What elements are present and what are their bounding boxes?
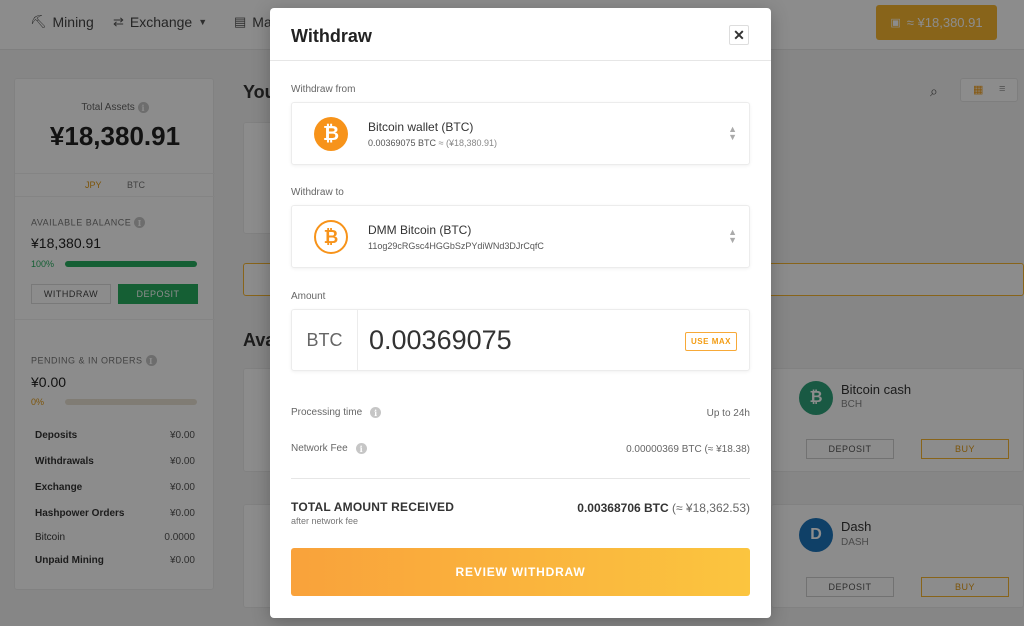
use-max-button[interactable]: USE MAX — [685, 332, 737, 351]
total-received-sublabel: after network fee — [291, 516, 359, 526]
divider — [291, 478, 750, 479]
processing-time-value: Up to 24h — [706, 408, 750, 419]
source-wallet-balance: 0.00369075 BTC ≈ (¥18,380.91) — [368, 138, 497, 148]
sort-updown-icon: ▲ ▼ — [728, 227, 737, 245]
sort-updown-icon: ▲ ▼ — [728, 124, 737, 142]
withdraw-from-select[interactable]: ₿ Bitcoin wallet (BTC) 0.00369075 BTC ≈ … — [291, 102, 750, 165]
destination-address: 11og29cRGsc4HGGbSzPYdiWNd3DJrCqfC — [368, 241, 544, 251]
close-button[interactable]: ✕ — [729, 25, 749, 45]
info-icon[interactable]: i — [370, 407, 382, 418]
modal-header: Withdraw ✕ — [270, 8, 771, 61]
withdraw-to-select[interactable]: ₿ DMM Bitcoin (BTC) 11og29cRGsc4HGGbSzPY… — [291, 205, 750, 268]
withdraw-modal: Withdraw ✕ Withdraw from ₿ Bitcoin walle… — [270, 8, 771, 618]
source-wallet-name: Bitcoin wallet (BTC) — [368, 120, 474, 134]
destination-name: DMM Bitcoin (BTC) — [368, 223, 472, 237]
close-icon: ✕ — [733, 26, 745, 43]
bitcoin-outline-icon: ₿ — [314, 220, 348, 254]
total-received-jpy: (≈ ¥18,362.53) — [672, 501, 750, 515]
processing-time-label: Processing time i — [291, 407, 382, 418]
source-balance-btc: 0.00369075 BTC — [368, 138, 437, 148]
amount-input[interactable] — [369, 321, 669, 359]
total-received-btc: 0.00368706 BTC — [577, 501, 669, 515]
info-icon[interactable]: i — [355, 443, 367, 454]
amount-field: BTC USE MAX — [291, 309, 750, 371]
modal-title: Withdraw — [291, 26, 372, 46]
total-received-label: TOTAL AMOUNT RECEIVED — [291, 500, 455, 514]
total-received-value: 0.00368706 BTC (≈ ¥18,362.53) — [577, 501, 750, 515]
review-withdraw-button[interactable]: REVIEW WITHDRAW — [291, 548, 750, 596]
amount-unit: BTC — [292, 310, 358, 370]
withdraw-to-label: Withdraw to — [291, 187, 344, 198]
withdraw-from-label: Withdraw from — [291, 84, 356, 95]
bitcoin-icon: ₿ — [314, 117, 348, 151]
network-fee-value: 0.00000369 BTC (≈ ¥18.38) — [626, 444, 750, 455]
amount-label: Amount — [291, 291, 326, 302]
network-fee-label: Network Fee i — [291, 443, 367, 454]
source-balance-jpy: ≈ (¥18,380.91) — [438, 138, 498, 148]
